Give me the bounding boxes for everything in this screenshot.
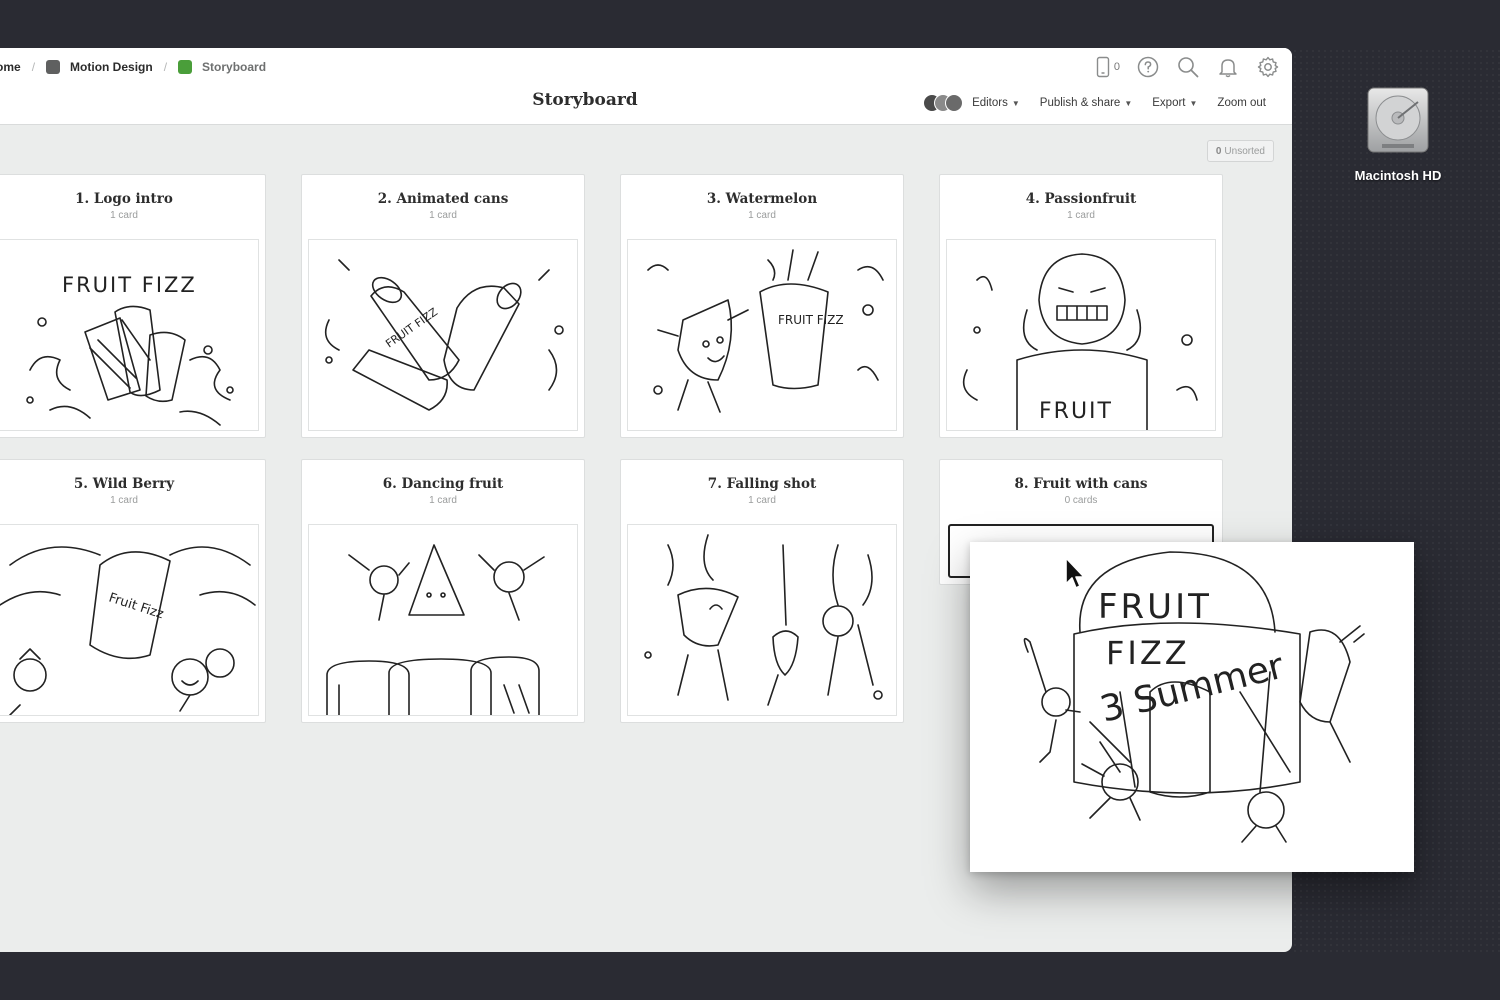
breadcrumb-separator: / <box>163 60 168 74</box>
svg-text:FRUIT FIZZ: FRUIT FIZZ <box>383 305 440 350</box>
settings-button[interactable] <box>1256 55 1280 79</box>
panel-count: 1 card <box>110 495 138 506</box>
animated-cans-sketch: FRUIT FIZZ <box>324 259 564 411</box>
panel-count: 1 card <box>429 495 457 506</box>
svg-text:FIZZ: FIZZ <box>1106 634 1190 672</box>
top-icon-bar: 0 <box>1096 55 1280 79</box>
storyboard-panel-6[interactable]: 6. Dancing fruit 1 card <box>301 459 585 723</box>
storyboard-panel-3[interactable]: 3. Watermelon 1 card FRUIT FIZZ <box>620 174 904 438</box>
panel-count: 1 card <box>1067 210 1095 221</box>
dragged-sketch-card[interactable]: FRUIT FIZZ 3 Summer <box>970 542 1414 872</box>
bell-icon <box>1219 59 1237 78</box>
sketch-card[interactable] <box>308 524 578 716</box>
svg-text:FRUIT: FRUIT <box>1098 587 1212 627</box>
breadcrumb-current-label: Storyboard <box>202 60 267 74</box>
svg-text:FRUIT FIZZ: FRUIT FIZZ <box>778 313 844 327</box>
panel-count: 1 card <box>748 210 776 221</box>
publish-share-label: Publish & share <box>1039 97 1121 109</box>
breadcrumb-project-label: Motion Design <box>70 60 153 74</box>
panel-title: 4. Passionfruit <box>1025 191 1137 207</box>
chevron-down-icon: ▼ <box>1124 98 1133 108</box>
panel-title: 5. Wild Berry <box>73 476 175 492</box>
editors-dropdown[interactable]: Editors ▼ <box>923 94 1020 112</box>
device-count: 0 <box>1113 61 1120 73</box>
mouse-cursor-icon <box>1065 557 1085 589</box>
publish-share-dropdown[interactable]: Publish & share ▼ <box>1040 97 1132 109</box>
svg-text:FRUIT: FRUIT <box>1039 399 1113 424</box>
board-color-swatch <box>178 60 193 74</box>
sketch-card[interactable]: FRUIT FIZZ <box>0 239 259 431</box>
panel-count: 1 card <box>748 495 776 506</box>
sketch-card[interactable]: FRUIT FIZZ <box>308 239 578 431</box>
storyboard-panel-4[interactable]: 4. Passionfruit 1 card FRUIT <box>939 174 1223 438</box>
search-icon <box>1178 57 1199 78</box>
panel-title: 6. Dancing fruit <box>382 476 504 492</box>
sketch-card[interactable]: FRUIT <box>946 239 1216 431</box>
breadcrumb-home[interactable]: ome <box>0 60 21 74</box>
notifications-button[interactable] <box>1216 55 1240 79</box>
storyboard-panel-5[interactable]: 5. Wild Berry 1 card Fruit Fizz <box>0 459 266 723</box>
help-button[interactable] <box>1136 55 1160 79</box>
wild-berry-sketch: Fruit Fizz <box>0 546 256 715</box>
board-toolbar: Editors ▼ Publish & share ▼ Export ▼ Zoo… <box>903 94 1266 112</box>
logo-intro-sketch: FRUIT FIZZ <box>26 273 234 426</box>
breadcrumb-current[interactable]: Storyboard <box>178 60 266 74</box>
panel-count: 1 card <box>110 210 138 221</box>
sketch-card[interactable] <box>627 524 897 716</box>
panel-title: 8. Fruit with cans <box>1014 476 1148 492</box>
storyboard-panel-2[interactable]: 2. Animated cans 1 card FRUIT FIZZ <box>301 174 585 438</box>
sketch-card[interactable]: FRUIT FIZZ <box>627 239 897 431</box>
project-color-swatch <box>46 60 61 74</box>
panel-count: 1 card <box>429 210 457 221</box>
watermelon-sketch: FRUIT FIZZ <box>647 249 884 413</box>
zoom-out-label: Zoom out <box>1217 97 1266 109</box>
unsorted-button[interactable]: 0 Unsorted <box>1206 140 1274 162</box>
top-bar: ome / Motion Design / Storyboard Storybo… <box>0 48 1292 125</box>
avatar <box>945 94 964 112</box>
breadcrumb: ome / Motion Design / Storyboard <box>0 59 266 75</box>
passionfruit-sketch: FRUIT <box>962 253 1198 430</box>
editors-label: Editors <box>972 97 1008 109</box>
sketch-card[interactable]: Fruit Fizz <box>0 524 259 716</box>
panel-title: 3. Watermelon <box>706 191 818 207</box>
export-dropdown[interactable]: Export ▼ <box>1152 97 1197 109</box>
storyboard-panel-7[interactable]: 7. Falling shot 1 card <box>620 459 904 723</box>
fruit-with-cans-sketch: FRUIT FIZZ 3 Summer <box>1023 551 1365 843</box>
gear-icon <box>1257 56 1279 78</box>
device-button[interactable]: 0 <box>1096 56 1120 78</box>
panel-count: 0 cards <box>1064 495 1098 506</box>
editor-avatars <box>923 94 964 112</box>
disk-label: Macintosh HD <box>1354 168 1442 183</box>
panel-title: 7. Falling shot <box>707 476 817 492</box>
svg-text:Fruit Fizz: Fruit Fizz <box>107 591 166 623</box>
chevron-down-icon: ▼ <box>1189 98 1198 108</box>
search-button[interactable] <box>1176 55 1200 79</box>
chevron-down-icon: ▼ <box>1011 98 1020 108</box>
dancing-fruit-sketch <box>326 544 545 715</box>
storyboard-panel-1[interactable]: 1. Logo intro 1 card FRUIT FIZZ <box>0 174 266 438</box>
svg-text:FRUIT FIZZ: FRUIT FIZZ <box>62 273 197 297</box>
unsorted-count: 0 <box>1215 145 1222 157</box>
panel-title: 1. Logo intro <box>75 191 173 207</box>
export-label: Export <box>1152 97 1186 109</box>
unsorted-label: Unsorted <box>1224 145 1265 157</box>
breadcrumb-project[interactable]: Motion Design <box>46 60 153 74</box>
help-icon <box>1137 56 1159 78</box>
zoom-out-button[interactable]: Zoom out <box>1217 97 1266 109</box>
hard-drive-icon[interactable] <box>1362 84 1434 156</box>
phone-icon <box>1096 56 1110 78</box>
breadcrumb-home-label: ome <box>0 60 21 74</box>
panel-title: 2. Animated cans <box>377 191 509 207</box>
falling-shot-sketch <box>644 534 883 706</box>
breadcrumb-separator: / <box>31 60 36 74</box>
